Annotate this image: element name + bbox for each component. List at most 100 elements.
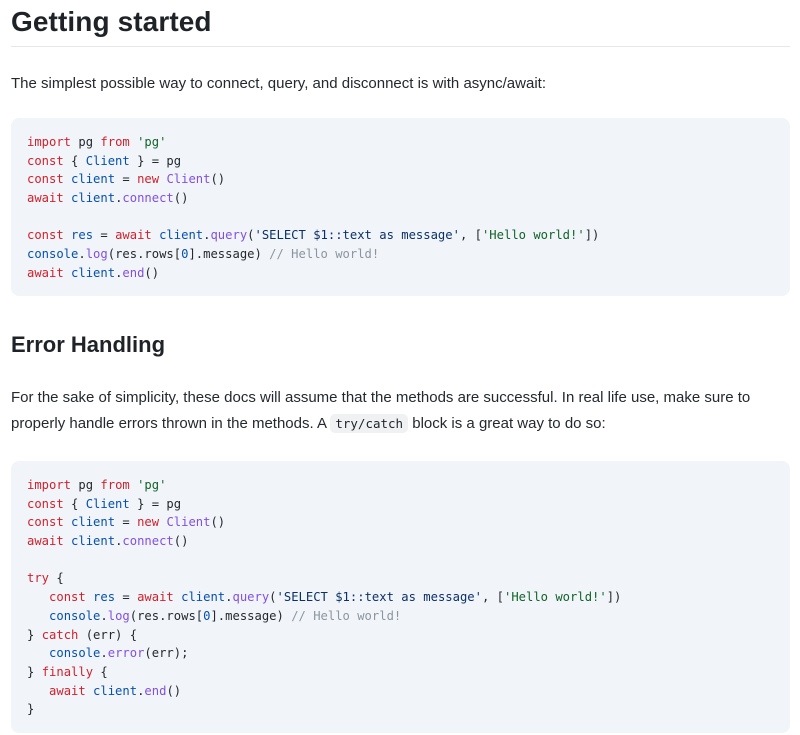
code-token: } bbox=[27, 664, 42, 679]
code-token: Client bbox=[85, 153, 130, 168]
code-line: } catch (err) { bbox=[27, 626, 621, 645]
paragraph-text-end: block is a great way to do so: bbox=[408, 415, 606, 432]
code-token: (res.rows[ bbox=[129, 608, 204, 623]
code-token: (res.rows[ bbox=[107, 247, 182, 262]
code-token: () bbox=[173, 191, 189, 206]
code-token: } = pg bbox=[129, 496, 182, 511]
code-line: await client.connect() bbox=[27, 532, 621, 551]
code-token: Client bbox=[166, 172, 211, 187]
code-line: await client.connect() bbox=[27, 189, 599, 208]
code-token: connect bbox=[122, 191, 174, 206]
code-token: from bbox=[100, 135, 130, 149]
code-token: ( bbox=[247, 228, 255, 243]
code-token: ]) bbox=[606, 590, 622, 605]
code-line: await client.end() bbox=[27, 264, 599, 283]
code-content[interactable]: import pg from 'pg' const { Client } = pg… bbox=[27, 133, 599, 283]
inline-code: try/catch bbox=[330, 414, 409, 433]
code-token: connect bbox=[122, 534, 174, 549]
code-token: client bbox=[71, 534, 116, 549]
code-token: client bbox=[71, 265, 116, 280]
code-token: , [ bbox=[481, 590, 504, 605]
code-token: await bbox=[27, 191, 64, 206]
code-token: = bbox=[115, 590, 138, 605]
code-line: try { bbox=[27, 569, 621, 588]
code-token: const bbox=[27, 496, 64, 511]
code-token: , [ bbox=[459, 228, 482, 243]
code-token: () bbox=[210, 515, 226, 530]
code-token: = bbox=[115, 515, 138, 530]
section-heading-error-handling: Error Handling bbox=[11, 332, 166, 357]
code-token: client bbox=[181, 590, 226, 605]
code-token: client bbox=[93, 683, 138, 698]
code-line: const res = await client.query('SELECT $… bbox=[27, 588, 621, 607]
code-token: 'Hello world!' bbox=[481, 228, 585, 243]
code-token: log bbox=[85, 247, 108, 262]
code-token: Client bbox=[85, 496, 130, 511]
code-token: log bbox=[107, 608, 130, 623]
code-line: } finally { bbox=[27, 663, 621, 682]
code-token: // Hello world! bbox=[291, 608, 402, 623]
code-token: await bbox=[115, 228, 152, 243]
code-token: try bbox=[27, 571, 50, 586]
code-token: console bbox=[49, 646, 101, 661]
code-token: } = pg bbox=[129, 153, 182, 168]
code-token: query bbox=[232, 590, 270, 605]
code-token: await bbox=[49, 683, 86, 698]
code-block-error-handling[interactable]: import pg from 'pg' const { Client } = pg… bbox=[11, 461, 790, 733]
code-line: import pg from 'pg' bbox=[27, 476, 621, 495]
code-token: Client bbox=[166, 515, 211, 530]
code-token: { bbox=[93, 664, 108, 679]
code-line: const { Client } = pg bbox=[27, 152, 599, 171]
title-divider bbox=[11, 46, 790, 47]
code-token: ]) bbox=[584, 228, 600, 243]
code-token: end bbox=[144, 683, 167, 698]
code-line: await client.end() bbox=[27, 682, 621, 701]
code-token: await bbox=[27, 534, 64, 549]
code-token: 'pg' bbox=[137, 478, 167, 492]
code-line: import pg from 'pg' bbox=[27, 133, 599, 152]
code-token: () bbox=[210, 172, 226, 187]
code-token: () bbox=[144, 265, 160, 280]
code-token: const bbox=[27, 172, 64, 187]
code-token: catch bbox=[41, 627, 79, 642]
code-token: from bbox=[100, 478, 130, 492]
code-token: ].message) bbox=[188, 247, 270, 262]
code-token: client bbox=[71, 172, 116, 187]
code-token: (err) { bbox=[78, 627, 138, 642]
page-title: Getting started bbox=[11, 6, 212, 37]
code-token: ].message) bbox=[210, 608, 292, 623]
code-token: client bbox=[71, 515, 116, 530]
code-line: const client = new Client() bbox=[27, 513, 621, 532]
code-content[interactable]: import pg from 'pg' const { Client } = pg… bbox=[27, 476, 621, 719]
code-token: . bbox=[78, 247, 86, 262]
code-token: pg bbox=[71, 135, 101, 149]
code-token: } bbox=[27, 702, 35, 717]
code-token: { bbox=[49, 571, 64, 586]
code-token: const bbox=[27, 228, 64, 243]
code-block-getting-started[interactable]: import pg from 'pg' const { Client } = pg… bbox=[11, 118, 790, 296]
code-token: error bbox=[107, 646, 145, 661]
code-token: { bbox=[63, 496, 86, 511]
code-line: } bbox=[27, 700, 621, 719]
code-token: console bbox=[49, 608, 101, 623]
code-token: () bbox=[166, 683, 182, 698]
code-token: import bbox=[27, 478, 72, 492]
code-token: 'SELECT $1::text as message' bbox=[276, 590, 482, 605]
code-line: console.error(err); bbox=[27, 644, 621, 663]
code-token: res bbox=[71, 228, 94, 243]
